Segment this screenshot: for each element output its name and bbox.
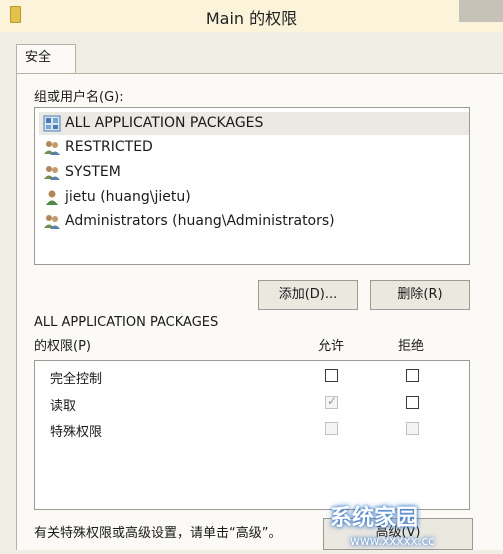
permission-name: 完全控制 (50, 372, 103, 387)
watermark: 系统家园 www.xxxxx.cc (330, 506, 503, 550)
packages-group-icon (43, 115, 61, 132)
list-item[interactable]: RESTRICTED (39, 136, 469, 159)
permissions-heading-sub: 的权限(P) (34, 339, 91, 354)
title-bar[interactable]: Main 的权限 (0, 0, 503, 32)
tab-strip: 安全 (0, 32, 503, 74)
tab-security[interactable]: 安全 (16, 44, 76, 74)
list-item[interactable]: jietu (huang\jietu) (39, 186, 469, 209)
checkmark-icon: ✓ (327, 394, 338, 408)
groups-label: 组或用户名(G): (34, 90, 124, 105)
add-button[interactable]: 添加(D)... (258, 280, 358, 310)
list-item-label: ALL APPLICATION PACKAGES (65, 115, 264, 131)
advanced-hint-text: 有关特殊权限或高级设置，请单击“高级”。 (34, 526, 282, 541)
deny-special-checkbox[interactable] (406, 422, 419, 435)
single-user-icon (46, 190, 58, 205)
allow-column-header: 允许 (318, 339, 345, 354)
remove-button[interactable]: 删除(R) (370, 280, 470, 310)
list-item-label: RESTRICTED (65, 139, 153, 155)
user-group-icon (44, 141, 60, 155)
user-group-icon (44, 215, 60, 229)
list-item[interactable]: Administrators (huang\Administrators) (39, 210, 469, 233)
deny-column-header: 拒绝 (398, 339, 425, 354)
allow-full-control-checkbox[interactable] (325, 369, 338, 382)
user-group-icon (44, 166, 60, 180)
permission-name: 特殊权限 (50, 425, 103, 440)
window-title: Main 的权限 (205, 9, 298, 28)
list-item-label: Administrators (huang\Administrators) (65, 213, 335, 229)
list-item[interactable]: SYSTEM (39, 161, 469, 184)
permissions-heading: ALL APPLICATION PACKAGES (34, 315, 219, 330)
permission-name: 读取 (50, 399, 77, 414)
close-button[interactable] (459, 0, 503, 22)
watermark-url: www.xxxxx.cc (350, 534, 435, 548)
list-item-label: SYSTEM (65, 164, 121, 180)
list-item-label: jietu (huang\jietu) (65, 189, 191, 205)
allow-read-checkbox[interactable]: ✓ (325, 394, 338, 409)
allow-special-checkbox[interactable] (325, 422, 338, 435)
deny-full-control-checkbox[interactable] (406, 369, 419, 382)
list-item[interactable]: ALL APPLICATION PACKAGES (39, 112, 469, 135)
groups-listbox[interactable]: ALL APPLICATION PACKAGES RESTRICTED SYST… (34, 107, 470, 265)
deny-read-checkbox[interactable] (406, 396, 419, 409)
